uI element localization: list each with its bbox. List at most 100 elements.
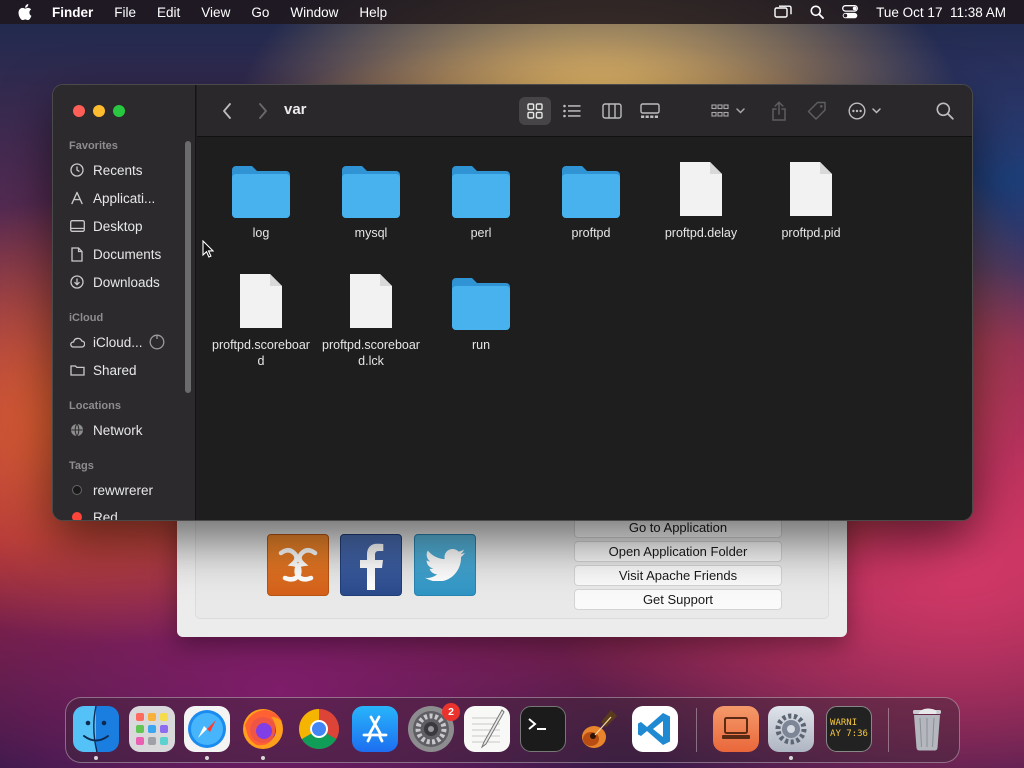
list-view-icon[interactable] xyxy=(560,99,584,123)
sync-progress-icon xyxy=(149,334,165,350)
file-item-proftpd[interactable]: proftpd xyxy=(536,154,646,241)
sidebar-item-network[interactable]: Network xyxy=(69,420,143,440)
sidebar-item-downloads[interactable]: Downloads xyxy=(69,272,160,292)
file-name: perl xyxy=(470,226,492,240)
dock-trash-icon[interactable] xyxy=(904,706,950,752)
sidebar-tag-red[interactable]: Red xyxy=(69,507,118,520)
control-center-icon[interactable] xyxy=(842,5,859,19)
file-name: run xyxy=(471,338,491,352)
file-grid: log mysql perl proftpd proftpd.delay pro… xyxy=(197,138,972,520)
folder-icon xyxy=(449,266,513,330)
file-name: log xyxy=(252,226,270,240)
dock-safari-icon[interactable] xyxy=(184,706,230,752)
dock-console-icon[interactable]: WARNI AY 7:36 xyxy=(826,706,872,752)
clock-icon xyxy=(69,162,85,178)
file-item-perl[interactable]: perl xyxy=(426,154,536,241)
menu-finder[interactable]: Finder xyxy=(52,5,93,20)
search-icon[interactable] xyxy=(933,99,957,123)
file-item-log[interactable]: log xyxy=(206,154,316,241)
menu-window[interactable]: Window xyxy=(290,5,338,20)
menu-file[interactable]: File xyxy=(114,5,136,20)
file-name: proftpd.delay xyxy=(664,226,738,240)
tag-icon[interactable] xyxy=(805,99,829,123)
clock-datetime[interactable]: Tue Oct 17 11:38 AM xyxy=(876,5,1006,20)
gallery-view-icon[interactable] xyxy=(638,99,662,123)
menu-edit[interactable]: Edit xyxy=(157,5,180,20)
dock-terminal-icon[interactable] xyxy=(520,706,566,752)
file-item-proftpd-scoreboard-lck[interactable]: proftpd.scoreboard.lck xyxy=(316,266,426,369)
sidebar-item-recents[interactable]: Recents xyxy=(69,160,143,180)
close-button[interactable] xyxy=(73,105,85,117)
icon-view-icon[interactable] xyxy=(523,99,547,123)
dock-finder-icon[interactable] xyxy=(73,706,119,752)
xampp-logo-icon[interactable] xyxy=(267,534,329,596)
sidebar-item-shared[interactable]: Shared xyxy=(69,360,137,380)
notification-badge: 2 xyxy=(442,703,460,721)
group-by-menu-icon[interactable] xyxy=(709,99,749,123)
sidebar-item-label: Recents xyxy=(93,162,143,178)
sidebar-item-applications[interactable]: Applicati... xyxy=(69,188,155,208)
applications-icon xyxy=(69,190,85,206)
dock-xampp-manager-icon[interactable] xyxy=(713,706,759,752)
dock-vscode-icon[interactable] xyxy=(632,706,678,752)
sidebar-item-icloud-drive[interactable]: iCloud... xyxy=(69,332,165,352)
twitter-logo-icon[interactable] xyxy=(414,534,476,596)
visit-apache-friends-button[interactable]: Visit Apache Friends xyxy=(574,565,782,586)
menu-view[interactable]: View xyxy=(201,5,230,20)
file-item-proftpd-scoreboard[interactable]: proftpd.scoreboard xyxy=(206,266,316,369)
open-application-folder-button[interactable]: Open Application Folder xyxy=(574,541,782,562)
desktop-icon xyxy=(69,218,85,234)
more-actions-menu-icon[interactable] xyxy=(847,99,887,123)
shared-folder-icon xyxy=(69,362,85,378)
folder-title: var xyxy=(284,101,307,118)
dock-textedit-icon[interactable] xyxy=(464,706,510,752)
dock-firefox-icon[interactable] xyxy=(240,706,286,752)
sidebar-scrollbar[interactable] xyxy=(185,141,191,393)
sidebar-item-label: Downloads xyxy=(93,274,160,290)
file-item-run[interactable]: run xyxy=(426,266,536,353)
icloud-header: iCloud xyxy=(69,312,104,324)
folder-icon xyxy=(339,154,403,218)
sidebar-item-label: Documents xyxy=(93,246,162,262)
share-icon[interactable] xyxy=(767,99,791,123)
sidebar-tag-rewwrerer[interactable]: rewwrerer xyxy=(69,480,153,500)
sidebar-item-label: Applicati... xyxy=(93,190,156,206)
document-icon xyxy=(69,246,85,262)
finder-window: Favorites Recents Applicati... Desktop D… xyxy=(52,84,973,521)
dock-settings-icon[interactable] xyxy=(768,706,814,752)
dock-garageband-icon[interactable] xyxy=(576,706,622,752)
apple-menu-icon[interactable] xyxy=(18,4,36,20)
file-name: proftpd.scoreboard.lck xyxy=(322,338,420,368)
sidebar-item-label: rewwrerer xyxy=(93,482,154,498)
file-name: proftpd.scoreboard xyxy=(212,338,310,368)
file-item-proftpd-delay[interactable]: proftpd.delay xyxy=(646,154,756,241)
document-file-icon xyxy=(229,266,293,330)
folder-icon xyxy=(449,154,513,218)
facebook-logo-icon[interactable] xyxy=(340,534,402,596)
spotlight-search-icon[interactable] xyxy=(810,5,825,19)
dock: 2 WARNI AY 7:36 xyxy=(65,697,960,763)
forward-icon[interactable] xyxy=(253,99,273,123)
back-icon[interactable] xyxy=(217,99,237,123)
finder-sidebar: Favorites Recents Applicati... Desktop D… xyxy=(53,85,196,520)
file-name: mysql xyxy=(354,226,388,240)
screen-mirroring-icon[interactable] xyxy=(774,5,792,19)
menu-help[interactable]: Help xyxy=(359,5,387,20)
dock-chrome-icon[interactable] xyxy=(296,706,342,752)
file-item-proftpd-pid[interactable]: proftpd.pid xyxy=(756,154,866,241)
folder-icon xyxy=(559,154,623,218)
dock-separator xyxy=(888,708,889,752)
menu-go[interactable]: Go xyxy=(251,5,269,20)
sidebar-item-label: iCloud... xyxy=(93,334,143,350)
sidebar-item-documents[interactable]: Documents xyxy=(69,244,161,264)
dock-launchpad-icon[interactable] xyxy=(129,706,175,752)
globe-icon xyxy=(69,422,85,438)
zoom-button[interactable] xyxy=(113,105,125,117)
minimize-button[interactable] xyxy=(93,105,105,117)
column-view-icon[interactable] xyxy=(600,99,624,123)
get-support-button[interactable]: Get Support xyxy=(574,589,782,610)
sidebar-item-label: Desktop xyxy=(93,218,143,234)
file-item-mysql[interactable]: mysql xyxy=(316,154,426,241)
dock-app-store-icon[interactable] xyxy=(352,706,398,752)
sidebar-item-desktop[interactable]: Desktop xyxy=(69,216,143,236)
